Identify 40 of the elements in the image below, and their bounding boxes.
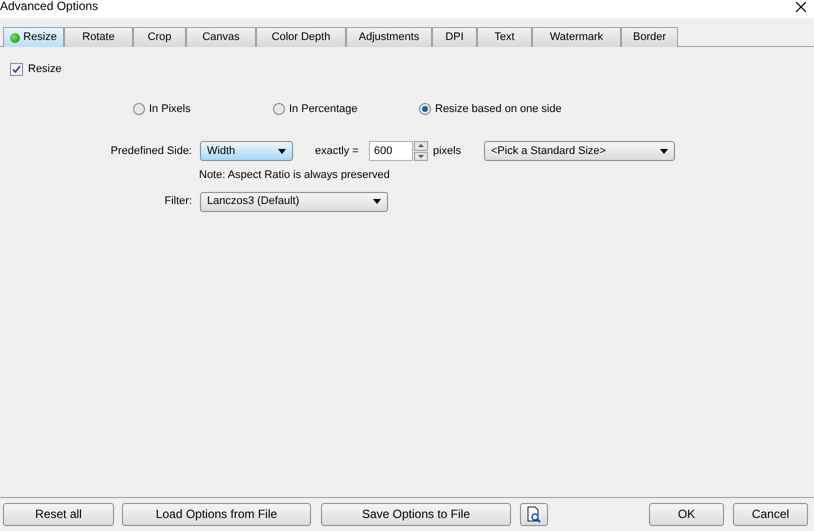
exactly-label: exactly = xyxy=(315,144,360,159)
dialog-button[interactable]: Reset all xyxy=(3,502,114,526)
document-search-icon xyxy=(526,506,542,522)
dialog-button[interactable]: Cancel xyxy=(733,502,808,526)
tab[interactable]: Resize xyxy=(3,27,64,47)
tab[interactable]: Crop xyxy=(133,27,186,47)
resize-checkbox[interactable] xyxy=(10,62,23,76)
radio-button[interactable] xyxy=(273,103,285,115)
tab[interactable]: Rotate xyxy=(64,27,133,47)
dialog-button[interactable]: Load Options from File xyxy=(122,502,311,526)
tab[interactable]: DPI xyxy=(432,27,477,47)
checkbox-label: Resize xyxy=(28,62,62,77)
tab[interactable]: Watermark xyxy=(532,27,621,47)
radio-label: In Percentage xyxy=(289,102,358,117)
tab[interactable]: Adjustments xyxy=(346,27,432,47)
spinner[interactable] xyxy=(414,141,428,161)
filter-dropdown[interactable]: Lanczos3 (Default) xyxy=(200,192,388,212)
preview-button[interactable] xyxy=(520,502,548,526)
dialog-button[interactable]: OK xyxy=(649,502,724,526)
tab[interactable]: Text xyxy=(477,27,532,47)
note-text: Note: Aspect Ratio is always preserved xyxy=(199,168,390,183)
window-title: Advanced Options xyxy=(0,0,98,15)
tab[interactable]: Canvas xyxy=(186,27,256,47)
radio-label: Resize based on one side xyxy=(435,102,562,117)
field-label: Predefined Side: xyxy=(110,144,192,159)
amount-field[interactable]: 600 xyxy=(369,141,413,161)
tab[interactable]: Color Depth xyxy=(256,27,346,47)
radio-button[interactable] xyxy=(419,103,431,115)
tab[interactable]: Border xyxy=(621,27,678,47)
side-dropdown[interactable]: Width xyxy=(200,141,293,161)
radio-label: In Pixels xyxy=(149,102,191,117)
caret-icon xyxy=(660,148,668,154)
standard-size-dropdown[interactable]: <Pick a Standard Size> xyxy=(484,141,675,161)
caret-icon xyxy=(278,148,286,154)
close-icon[interactable] xyxy=(795,1,807,13)
radio-button[interactable] xyxy=(133,103,145,115)
caret-icon xyxy=(373,199,381,204)
unit-label: pixels xyxy=(433,144,462,159)
dialog-button[interactable]: Save Options to File xyxy=(321,502,511,526)
field-label: Filter: xyxy=(164,194,192,210)
